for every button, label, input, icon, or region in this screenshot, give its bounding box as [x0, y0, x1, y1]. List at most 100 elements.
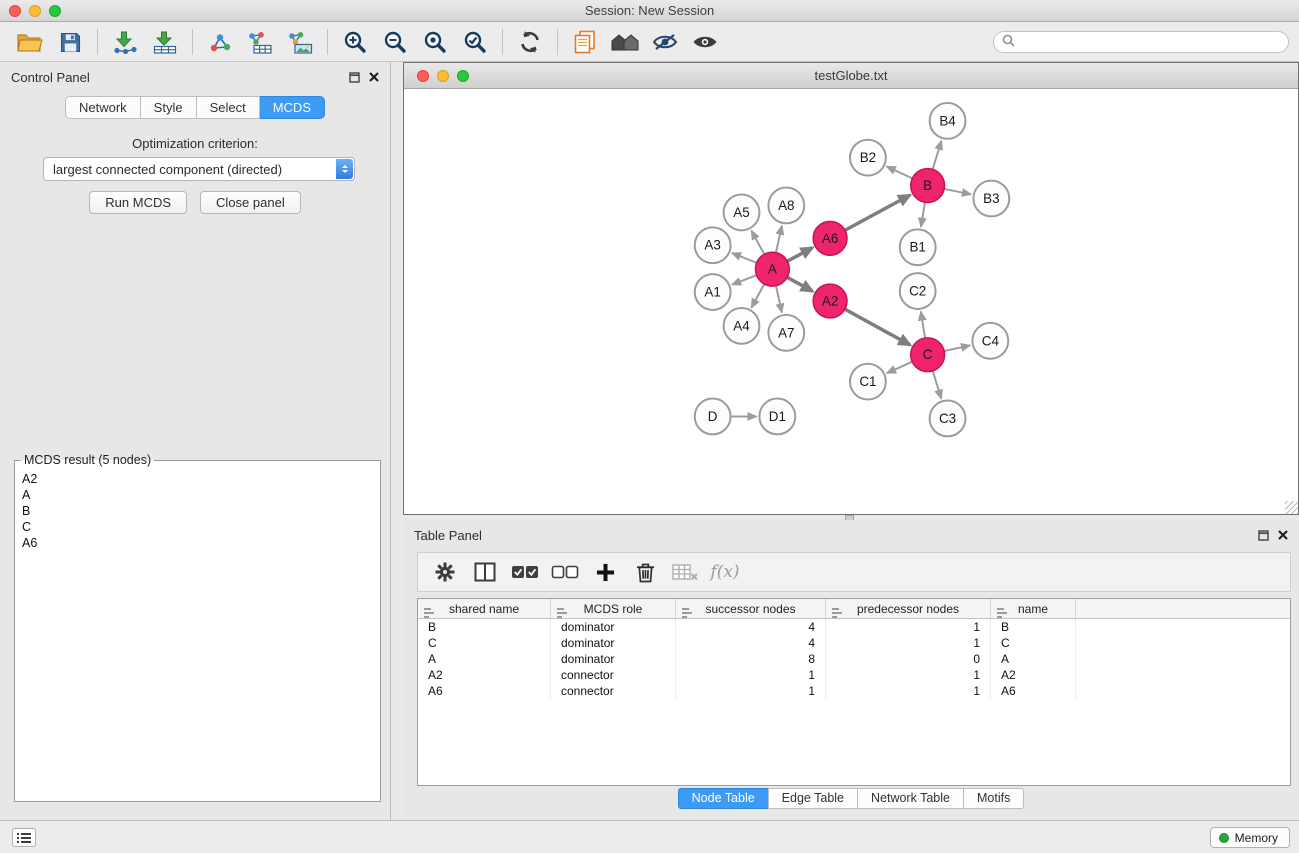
close-table-panel-icon[interactable] — [1278, 530, 1288, 540]
edge-C-C1[interactable] — [887, 362, 912, 373]
edge-A-A6[interactable] — [787, 248, 812, 262]
node-A6[interactable]: A6 — [813, 221, 847, 255]
zoom-selected-icon[interactable] — [455, 25, 495, 59]
table-row[interactable]: Cdominator41C — [418, 635, 1290, 651]
tab-node-table[interactable]: Node Table — [678, 788, 769, 809]
search-box[interactable] — [993, 31, 1289, 53]
node-A2[interactable]: A2 — [813, 284, 847, 318]
node-C1[interactable]: C1 — [850, 364, 886, 400]
show-graphics-icon[interactable] — [645, 25, 685, 59]
tab-motifs[interactable]: Motifs — [963, 788, 1024, 809]
network-window-titlebar[interactable]: testGlobe.txt — [404, 63, 1298, 89]
copy-icon[interactable] — [565, 25, 605, 59]
node-A8[interactable]: A8 — [768, 188, 804, 224]
zoom-out-icon[interactable] — [375, 25, 415, 59]
node-D[interactable]: D — [695, 399, 731, 435]
edge-A-A5[interactable] — [751, 231, 764, 255]
optimization-dropdown[interactable]: largest connected component (directed) — [43, 157, 355, 181]
run-mcds-button[interactable]: Run MCDS — [89, 191, 187, 214]
node-D1[interactable]: D1 — [759, 399, 795, 435]
save-session-icon[interactable] — [50, 25, 90, 59]
column-header-MCDS-role[interactable]: MCDS role — [551, 599, 676, 618]
edge-C-C4[interactable] — [944, 345, 970, 351]
edge-A-A1[interactable] — [732, 275, 756, 284]
tab-style[interactable]: Style — [141, 96, 197, 119]
edge-B-B4[interactable] — [933, 141, 942, 170]
table-row[interactable]: Adominator80A — [418, 651, 1290, 667]
column-header-shared-name[interactable]: shared name — [418, 599, 551, 618]
tab-edge-table[interactable]: Edge Table — [768, 788, 858, 809]
table-row[interactable]: Bdominator41B — [418, 619, 1290, 635]
home-icon[interactable] — [605, 25, 645, 59]
node-A3[interactable]: A3 — [695, 227, 731, 263]
tab-network-table[interactable]: Network Table — [857, 788, 964, 809]
window-resize-grip[interactable] — [1285, 501, 1298, 514]
tab-network[interactable]: Network — [65, 96, 141, 119]
task-history-button[interactable] — [12, 828, 36, 847]
export-image-icon[interactable] — [280, 25, 320, 59]
mcds-result-item[interactable]: A — [17, 487, 378, 503]
add-column-icon[interactable] — [587, 556, 623, 588]
zoom-in-icon[interactable] — [335, 25, 375, 59]
edge-A2-C[interactable] — [845, 309, 910, 345]
new-network-icon[interactable] — [200, 25, 240, 59]
node-C[interactable]: C — [911, 338, 945, 372]
search-input[interactable] — [1020, 35, 1280, 49]
open-session-icon[interactable] — [10, 25, 50, 59]
edge-B-B2[interactable] — [887, 167, 912, 179]
memory-button[interactable]: Memory — [1210, 827, 1290, 848]
select-all-icon[interactable] — [507, 556, 543, 588]
node-B1[interactable]: B1 — [900, 229, 936, 265]
float-table-panel-icon[interactable] — [1258, 530, 1269, 541]
tab-mcds[interactable]: MCDS — [260, 96, 325, 119]
table-settings-icon[interactable] — [427, 556, 463, 588]
column-header-name[interactable]: name — [991, 599, 1076, 618]
deselect-all-icon[interactable] — [547, 556, 583, 588]
table-row[interactable]: A2connector11A2 — [418, 667, 1290, 683]
edge-A-A3[interactable] — [732, 253, 757, 263]
close-panel-button[interactable]: Close panel — [200, 191, 301, 214]
network-table-icon[interactable] — [240, 25, 280, 59]
edge-A-A4[interactable] — [751, 284, 764, 308]
eye-icon[interactable] — [685, 25, 725, 59]
node-A[interactable]: A — [755, 252, 789, 286]
column-header-successor-nodes[interactable]: successor nodes — [676, 599, 826, 618]
edge-A-A2[interactable] — [787, 277, 812, 291]
node-C2[interactable]: C2 — [900, 273, 936, 309]
column-layout-icon[interactable] — [467, 556, 503, 588]
node-A1[interactable]: A1 — [695, 274, 731, 310]
node-B[interactable]: B — [911, 169, 945, 203]
close-panel-icon[interactable] — [369, 72, 379, 82]
edge-B-B1[interactable] — [921, 202, 925, 226]
import-table-icon[interactable] — [145, 25, 185, 59]
edge-A-A8[interactable] — [776, 226, 782, 253]
import-network-icon[interactable] — [105, 25, 145, 59]
edge-A-A7[interactable] — [776, 286, 782, 313]
function-builder-icon[interactable]: f(x) — [707, 556, 743, 588]
node-A5[interactable]: A5 — [724, 195, 760, 231]
mcds-result-item[interactable]: C — [17, 519, 378, 535]
node-C4[interactable]: C4 — [972, 323, 1008, 359]
node-B2[interactable]: B2 — [850, 140, 886, 176]
node-A7[interactable]: A7 — [768, 315, 804, 351]
node-C3[interactable]: C3 — [930, 401, 966, 437]
zoom-fit-icon[interactable] — [415, 25, 455, 59]
node-A4[interactable]: A4 — [724, 308, 760, 344]
refresh-icon[interactable] — [510, 25, 550, 59]
table-row[interactable]: A6connector11A6 — [418, 683, 1290, 699]
edge-C-C3[interactable] — [933, 371, 942, 399]
edge-A6-B[interactable] — [845, 195, 910, 230]
edge-B-B3[interactable] — [944, 189, 971, 194]
mcds-result-item[interactable]: A2 — [17, 471, 378, 487]
float-panel-icon[interactable] — [349, 72, 360, 83]
node-B4[interactable]: B4 — [930, 103, 966, 139]
tab-select[interactable]: Select — [197, 96, 260, 119]
mcds-result-item[interactable]: A6 — [17, 535, 378, 551]
delete-column-icon[interactable] — [627, 556, 663, 588]
mcds-result-item[interactable]: B — [17, 503, 378, 519]
node-B3[interactable]: B3 — [973, 181, 1009, 217]
column-header-predecessor-nodes[interactable]: predecessor nodes — [826, 599, 991, 618]
edge-C-C2[interactable] — [921, 312, 925, 338]
network-canvas[interactable]: B4 B2 B B3 A5A8 A6 B1 A3 A A1 C2 A2 A4A7 C4 C C1 C3 D D1 — [404, 89, 1298, 514]
delete-table-icon[interactable] — [667, 556, 703, 588]
